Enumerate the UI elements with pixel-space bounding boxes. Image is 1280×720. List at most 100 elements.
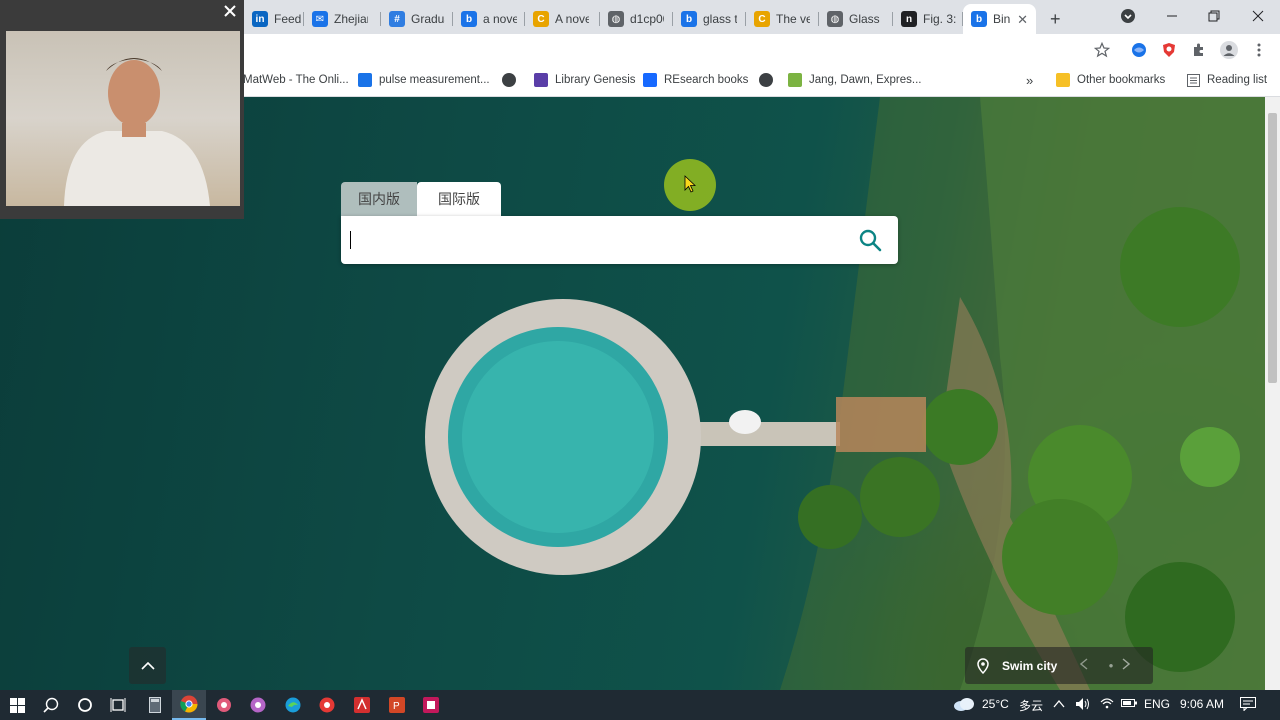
scrollbar-thumb[interactable] xyxy=(1268,113,1277,383)
app-red-taskbar-icon[interactable] xyxy=(310,690,344,720)
folder-icon xyxy=(1056,73,1070,87)
close-window-icon[interactable] xyxy=(1236,0,1280,32)
calculator-icon[interactable] xyxy=(138,690,172,720)
browser-tab[interactable]: b a nove xyxy=(453,4,525,34)
search-box[interactable] xyxy=(341,216,898,264)
bookmark-label: pulse measurement... xyxy=(379,74,490,86)
globe-icon: ◍ xyxy=(608,11,624,27)
crossref-icon: C xyxy=(533,11,549,27)
weather-cloud-icon[interactable] xyxy=(953,697,975,716)
search-icon[interactable] xyxy=(858,228,882,252)
location-pin-icon xyxy=(977,657,991,674)
globe-icon xyxy=(502,73,516,87)
bookmark-item[interactable] xyxy=(502,71,523,89)
image-location-bar[interactable]: Swim city ● xyxy=(965,647,1153,684)
bookmarks-overflow-button[interactable]: » xyxy=(1026,71,1033,89)
globe-icon xyxy=(759,73,773,87)
browser-tab[interactable]: C A nove xyxy=(525,4,600,34)
tab-title: Fig. 3: xyxy=(923,12,957,26)
extension-globe-icon[interactable] xyxy=(1129,40,1149,60)
image-location-label: Swim city xyxy=(1002,658,1058,673)
tray-chevron-up-icon[interactable] xyxy=(1053,697,1065,711)
bookmark-item[interactable]: Library Genesis xyxy=(534,71,636,89)
bookmark-green-icon xyxy=(788,73,802,87)
browser-tab[interactable]: n Fig. 3: xyxy=(893,4,963,34)
temperature-label[interactable]: 25°C xyxy=(982,697,1009,711)
clock-label[interactable]: 9:06 AM xyxy=(1180,697,1224,711)
mouse-pointer-icon xyxy=(684,175,697,198)
battery-icon[interactable] xyxy=(1121,697,1137,711)
behance-icon xyxy=(643,73,657,87)
browser-tab[interactable]: # Gradua xyxy=(381,4,453,34)
input-language-label[interactable]: ENG xyxy=(1144,697,1170,711)
new-tab-button[interactable]: + xyxy=(1046,4,1070,34)
reading-list-button[interactable]: Reading list xyxy=(1186,71,1267,89)
extensions-puzzle-icon[interactable] xyxy=(1189,40,1209,60)
browser-tab[interactable]: ✉ Zhejian xyxy=(304,4,381,34)
bing-icon: b xyxy=(971,11,987,27)
menu-kebab-icon[interactable] xyxy=(1249,40,1269,60)
text-caret xyxy=(350,231,351,249)
bookmark-item[interactable] xyxy=(759,71,780,89)
profile-avatar-icon[interactable] xyxy=(1219,40,1239,60)
search-input[interactable] xyxy=(351,230,841,250)
browser-tab[interactable]: ◍ Glass ti xyxy=(819,4,893,34)
bookmark-item[interactable]: pulse measurement... xyxy=(358,71,490,89)
other-bookmarks-folder[interactable]: Other bookmarks xyxy=(1056,71,1165,89)
cortana-icon[interactable] xyxy=(68,690,102,720)
tab-title: Gradua xyxy=(411,12,445,26)
chrome-profile-taskbar-icon[interactable] xyxy=(241,690,275,720)
powerpoint-taskbar-icon[interactable]: P xyxy=(380,690,414,720)
other-bookmarks-label: Other bookmarks xyxy=(1077,74,1166,86)
minimize-icon[interactable] xyxy=(1150,0,1194,32)
bookmark-item[interactable]: REsearch books xyxy=(643,71,748,89)
acrobat-taskbar-icon[interactable] xyxy=(345,690,379,720)
webcam-close-icon[interactable] xyxy=(224,4,238,18)
tab-title: Zhejian xyxy=(334,12,368,26)
browser-tab[interactable]: C The ve xyxy=(746,4,819,34)
webcam-overlay xyxy=(0,0,244,219)
volume-icon[interactable] xyxy=(1075,697,1091,714)
tab-title: The ve xyxy=(776,12,810,26)
browser-tab[interactable]: in Feed | L xyxy=(244,4,304,34)
app-magenta-taskbar-icon[interactable] xyxy=(414,690,448,720)
browser-tab[interactable]: b Bin ✕ xyxy=(963,4,1036,34)
tab-title: d1cp00 xyxy=(630,12,664,26)
close-tab-icon[interactable]: ✕ xyxy=(1017,12,1028,28)
chevron-up-icon xyxy=(140,661,155,670)
tab-international[interactable]: 国际版 xyxy=(417,182,501,216)
next-image-icon[interactable] xyxy=(1122,658,1142,673)
tab-title: Feed | L xyxy=(274,12,304,26)
search-taskbar-icon[interactable] xyxy=(34,690,68,720)
tab-title: A nove xyxy=(555,12,589,26)
wifi-icon[interactable] xyxy=(1100,697,1114,712)
bing-icon: b xyxy=(461,11,477,27)
browser-tab[interactable]: ◍ d1cp00 xyxy=(600,4,673,34)
chrome-taskbar-icon[interactable] xyxy=(172,690,206,720)
grid-icon: # xyxy=(389,11,405,27)
bookmark-item[interactable]: Jang, Dawn, Expres... xyxy=(788,71,922,89)
shield-icon[interactable] xyxy=(1159,40,1179,60)
task-view-icon[interactable] xyxy=(101,690,135,720)
restore-icon[interactable] xyxy=(1192,0,1236,32)
image-dot-icon: ● xyxy=(1108,661,1114,670)
scroll-to-top-button[interactable] xyxy=(129,647,166,684)
svg-text:P: P xyxy=(393,701,400,712)
weather-label[interactable]: 多云 xyxy=(1019,697,1043,714)
browser-tab[interactable]: b glass ti xyxy=(673,4,746,34)
researchgate-icon: n xyxy=(901,11,917,27)
bookmark-label: Library Genesis xyxy=(555,74,636,86)
webcam-video xyxy=(6,31,240,206)
bookmark-label: REsearch books xyxy=(664,74,749,86)
edge-taskbar-icon[interactable] xyxy=(276,690,310,720)
bookmark-star-icon[interactable] xyxy=(1092,40,1112,60)
tab-title: Glass ti xyxy=(849,12,883,26)
previous-image-icon[interactable] xyxy=(1079,658,1100,673)
snip-tool-icon[interactable] xyxy=(207,690,241,720)
tab-search-icon[interactable] xyxy=(1106,0,1150,32)
bookmark-label: Jang, Dawn, Expres... xyxy=(809,74,922,86)
tab-domestic[interactable]: 国内版 xyxy=(341,182,417,216)
windows-start-icon[interactable] xyxy=(0,690,34,720)
notifications-icon[interactable] xyxy=(1240,697,1256,714)
crossref-icon: C xyxy=(754,11,770,27)
